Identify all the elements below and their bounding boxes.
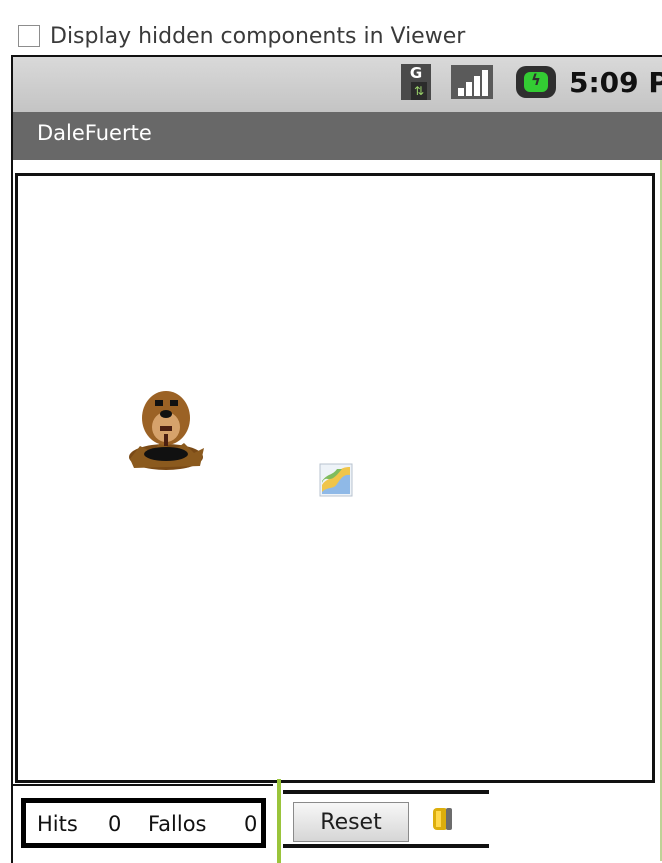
score-arrangement: Hits 0 Fallos 0 [21, 798, 266, 848]
network-data-icon: G ⇅ [401, 64, 431, 100]
hits-value: 0 [108, 812, 122, 836]
fallos-label: Fallos [148, 812, 207, 836]
network-type-letter: G [409, 64, 423, 82]
display-hidden-components-label: Display hidden components in Viewer [50, 23, 466, 49]
layout-spacer [13, 160, 662, 174]
reset-button[interactable]: Reset [293, 802, 409, 842]
app-title: DaleFuerte [37, 121, 152, 145]
status-clock: 5:09 PM [569, 66, 662, 99]
image-placeholder-icon [319, 463, 353, 497]
sound-component-icon [433, 808, 452, 830]
hits-label: Hits [37, 812, 78, 836]
battery-charging-icon: ϟ [516, 66, 556, 98]
signal-strength-icon [451, 65, 493, 99]
layout-divider [277, 779, 281, 863]
mole-sprite[interactable] [128, 386, 206, 472]
status-bar: G ⇅ ϟ 5:09 PM [13, 57, 662, 112]
button-arrangement: Reset [283, 790, 489, 848]
display-hidden-components-option[interactable]: Display hidden components in Viewer [18, 22, 465, 50]
app-title-bar: DaleFuerte [13, 112, 662, 160]
layout-border [13, 784, 273, 786]
display-hidden-components-checkbox[interactable] [18, 25, 40, 47]
data-transfer-arrows-icon: ⇅ [411, 82, 427, 100]
game-canvas[interactable] [15, 173, 655, 783]
phone-viewer: G ⇅ ϟ 5:09 PM DaleFuerte [11, 55, 662, 863]
fallos-value: 0 [244, 812, 258, 836]
